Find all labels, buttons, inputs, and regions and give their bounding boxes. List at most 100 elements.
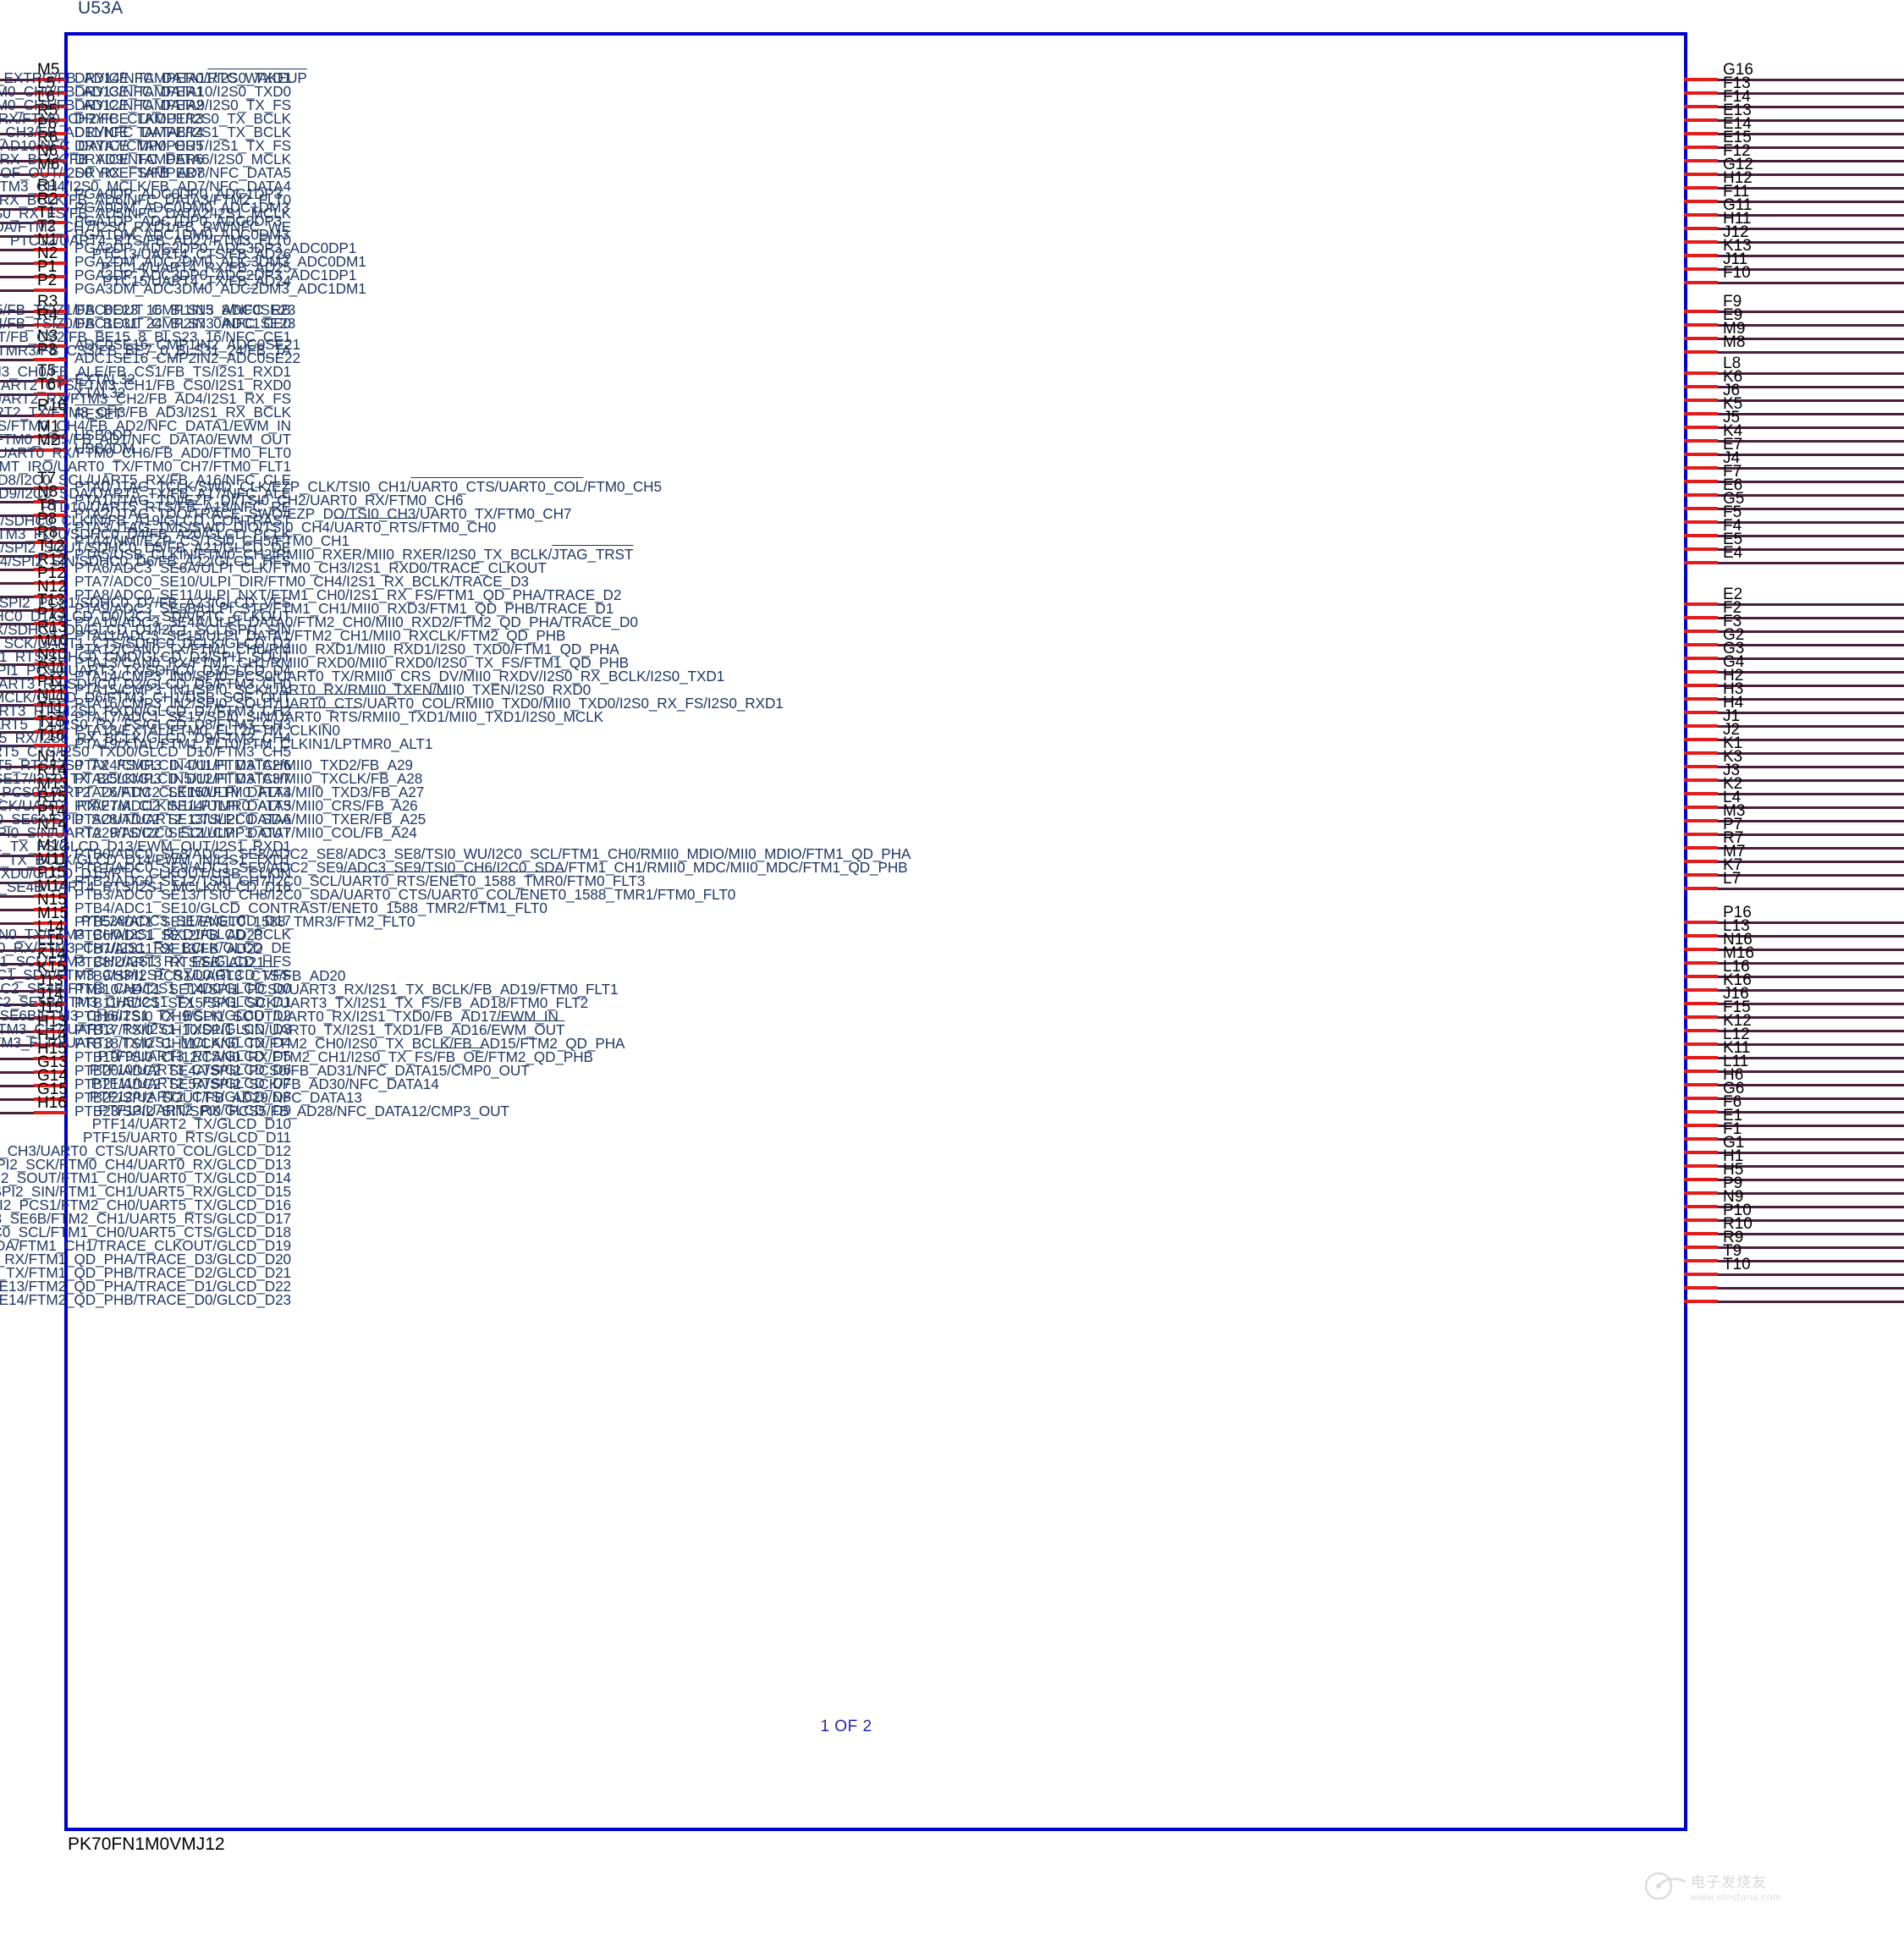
pin-lead[interactable] (1684, 670, 1718, 674)
pin-row[interactable]: G6 PTF12/UART2_CTS/GLCD_D8 (90, 1081, 1904, 1104)
pin-row[interactable]: F5PTD11/SPI2_PCS0/UART5_CTS/SDHC0_CLKIN/… (0, 504, 1904, 528)
pin-lead[interactable] (1684, 1015, 1718, 1019)
pin-row[interactable]: G16PTC0/ADC0_SE14/TSI0_CH13/SPI0_PCS4/PD… (0, 62, 1904, 85)
pin-row[interactable]: G11PTC10/ADC1_SE6B/CMP0_IN4/I2C1_SCL/FTM… (0, 197, 1904, 221)
pin-row[interactable]: G3PTE3/ADC1_SE7A/SPI1_SIN/UART1_RTS/SDHC… (0, 641, 1904, 664)
pin-lead[interactable] (1684, 426, 1718, 429)
pin-row[interactable]: F1 PTF15/UART0_RTS/GLCD_D11 (83, 1121, 1904, 1145)
pin-lead[interactable] (1684, 146, 1718, 149)
pin-lead[interactable] (1684, 186, 1718, 190)
pin-row[interactable]: F4PTD12/SPI2_SCK/FTM3_FLT0/SDHC0_D4/FB_A… (0, 518, 1904, 542)
pin-lead[interactable] (1684, 806, 1718, 809)
pin-row[interactable]: K2PTE16/ADC0_SE4A/SPI0_PCS0/UART2_TX/FTM… (0, 776, 1904, 800)
pin-lead[interactable] (1684, 630, 1718, 633)
pin-row[interactable]: E5PTD13/SPI2_SOUT/SDHC0_D5/FB_A21/GLCD_D… (0, 531, 1904, 555)
pin-row[interactable]: J3PTE12/ADC3_SE17/I2S0_TX_BCLK/GLCD_D12/… (0, 762, 1904, 786)
pin-row[interactable]: F13PTC1/ADC0_SE15/TSI0_CH14/SPI0_PCS3/UA… (0, 75, 1904, 99)
pin-lead[interactable] (1684, 833, 1718, 836)
pin-lead[interactable] (1684, 240, 1718, 244)
pin-lead[interactable] (1684, 453, 1718, 456)
pin-lead[interactable] (1684, 1029, 1718, 1032)
pin-row[interactable]: R7PTE24/ADC0_SE17/EXTAL1/CAN1_TX/UART4_T… (0, 830, 1904, 854)
pin-lead[interactable] (1684, 1124, 1718, 1127)
pin-net-wire[interactable] (1714, 874, 1904, 877)
pin-lead[interactable] (1684, 1178, 1718, 1181)
pin-row[interactable]: H3PTE6/SPI1_PCS3/UART3_CTS/I2S0_MCLK/GLC… (0, 681, 1904, 705)
pin-row[interactable]: F9PTC16/CAN1_RX/UART3_RX/ENET0_1588_TMR0… (0, 294, 1904, 317)
pin-row[interactable]: H5PTF18/SPI2_SOUT/FTM1_CH0/UART0_TX/GLCD… (0, 1162, 1904, 1185)
pin-row[interactable]: E15PTC5/SPI0_SCK/LPTMR0_ALT2/I2S0_RXD0/F… (0, 129, 1904, 153)
pin-lead[interactable] (1684, 1151, 1718, 1154)
pin-row[interactable]: E14PTC4/SPI0_PCS0/UART1_TX/FTM0_CH3/FB_A… (0, 116, 1904, 140)
pin-net-wire[interactable] (1714, 888, 1904, 890)
pin-lead[interactable] (1684, 602, 1718, 606)
pin-row[interactable]: J1PTE8/ADC2_SE16/I2S0_RXD1/UART5_TX/I2S0… (0, 708, 1904, 732)
pin-row[interactable]: E6 PTD9/I2C0_SDA/UART5_TX/FB_A17/NFC_ALE (0, 477, 1904, 501)
pin-row[interactable]: K12PTF7/ADC2_SE7B/FTM3_CH7/UART3_RX/I2S1… (0, 1013, 1904, 1037)
pin-net-wire[interactable] (1714, 752, 1904, 755)
pin-lead[interactable] (1684, 1097, 1718, 1100)
pin-row[interactable]: L12PTF8/FTM3_FLT0/UART3_TX/I2S1_MCLK/GLC… (0, 1026, 1904, 1050)
pin-lead[interactable] (1684, 227, 1718, 230)
pin-row[interactable]: PTF26/ADC3_SE13/FTM2_QD_PHA/TRACE_D1/GLC… (0, 1278, 1904, 1294)
pin-row[interactable]: E4 PTD14/SPI2_SIN/SDHC0_D6/FB_A22/GLCD_HF… (0, 545, 1904, 569)
pin-lead[interactable] (1684, 105, 1718, 108)
pin-row[interactable]: L11 PTF10/UART3_CTS/GLCD_D6 (90, 1053, 1904, 1077)
pin-lead[interactable] (1684, 118, 1718, 122)
pin-lead[interactable] (1684, 534, 1718, 537)
pin-row[interactable]: H12PTC8/ADC1_SE4B/CMP0_IN2/FTM3_CH4/I2S0… (0, 170, 1904, 194)
pin-lead[interactable] (1684, 466, 1718, 470)
pin-lead[interactable] (1684, 616, 1718, 619)
pin-lead[interactable] (1684, 1218, 1718, 1222)
pin-row[interactable]: J16PTF5/ADC2_SE5B/FTM3_CH5/I2S1_TX_FS/GL… (0, 986, 1904, 1009)
pin-net-wire[interactable] (1714, 481, 1904, 483)
pin-net-wire[interactable] (1714, 508, 1904, 510)
pin-lead[interactable] (1684, 1164, 1718, 1168)
pin-lead[interactable] (1684, 1110, 1718, 1114)
pin-net-wire[interactable] (1714, 739, 1904, 741)
pin-lead[interactable] (1684, 337, 1718, 340)
pin-row[interactable]: K16PTF4/ADC2_SE4B/FTM3_CH4/I2S1_TXD0/GLC… (0, 972, 1904, 996)
pin-lead[interactable] (1684, 399, 1718, 402)
pin-lead[interactable] (1684, 213, 1718, 217)
pin-lead[interactable] (1684, 520, 1718, 524)
pin-row[interactable]: H6 PTF11/UART2_RTS/GLCD_D7 (91, 1067, 1904, 1091)
pin-row[interactable]: K4PTD5/ADC0_SE6B/SPI0_PCS2/UART0_CTS/UAR… (0, 423, 1904, 447)
pin-lead[interactable] (1684, 921, 1718, 924)
pin-net-wire[interactable] (1714, 399, 1904, 402)
pin-row[interactable]: J2PTE9/ADC2_SE17/I2S0_TXD1/UART5_RX/I2S0… (0, 722, 1904, 745)
pin-row[interactable]: F10 PTC15/UART4_TX/FB_AD24 (102, 265, 1904, 289)
pin-lead[interactable] (1684, 657, 1718, 660)
pin-row[interactable]: G5 PTD10/UART5_RTS/FB_A18/NFC_RE (41, 491, 1904, 514)
pin-lead[interactable] (1684, 684, 1718, 687)
pin-net-wire[interactable] (1714, 1273, 1904, 1276)
pin-net-wire[interactable] (1714, 1287, 1904, 1290)
pin-lead[interactable] (1684, 1191, 1718, 1195)
pin-row[interactable]: F12PTC6/CMP0_IN0/SPI0_SOUT/PDB0_EXTRG/I2… (0, 143, 1904, 167)
pin-lead[interactable] (1684, 310, 1718, 313)
pin-row[interactable]: K1PTE10/UART5_CTS/I2S0_TXD0/GLCD_D10/FTM… (0, 735, 1904, 759)
pin-net-wire[interactable] (1714, 820, 1904, 822)
pin-row[interactable]: G2PTE2/ADC1_SE6A/SPI1_SCK/UART1_CTS/SDHC… (0, 627, 1904, 651)
pin-lead[interactable] (1684, 724, 1718, 728)
pin-row[interactable]: F2PTE0/ADC1_SE4A/SPI1_PCS1/UART1_TX/SDHC… (0, 600, 1904, 624)
pin-row[interactable]: P16 PTE28/ADC3_SE7A/GLCD_D17 (81, 905, 1904, 928)
pin-row[interactable]: K13 PTC13/UART4_CTS/FB_AD26 (92, 238, 1904, 261)
pin-net-wire[interactable] (1714, 1246, 1904, 1249)
pin-net-wire[interactable] (1714, 467, 1904, 470)
pin-net-wire[interactable] (1714, 521, 1904, 524)
pin-lead[interactable] (1684, 887, 1718, 890)
pin-row[interactable]: M16PTF2/ADC2_SE6A/I2C1_SCL/FTM3_CH2/I2S1… (0, 945, 1904, 969)
pin-lead[interactable] (1684, 439, 1718, 443)
pin-net-wire[interactable] (1714, 535, 1904, 537)
pin-row[interactable]: H4PTE7/UART3_RTS/I2S0_RXD0/GLCD_D7/FTM3_… (0, 695, 1904, 718)
pin-lead[interactable] (1684, 254, 1718, 257)
pin-lead[interactable] (1684, 792, 1718, 795)
pin-net-wire[interactable] (1714, 311, 1904, 313)
pin-row[interactable]: F15PTF6/ADC2_SE6B/FTM3_CH6/I2S1_TX_BCLK/… (0, 999, 1904, 1023)
pin-lead[interactable] (1684, 281, 1718, 284)
pin-row[interactable]: F7 PTD8/I2C0_SCL/UART5_RX/FB_A16/NFC_CLE (0, 464, 1904, 487)
pin-lead[interactable] (1684, 643, 1718, 646)
pin-lead[interactable] (1684, 159, 1718, 162)
pin-row[interactable]: L8PTD0/SPI0_PCS0/UART2_RTS/FTM3_CH0/FB_A… (0, 355, 1904, 379)
